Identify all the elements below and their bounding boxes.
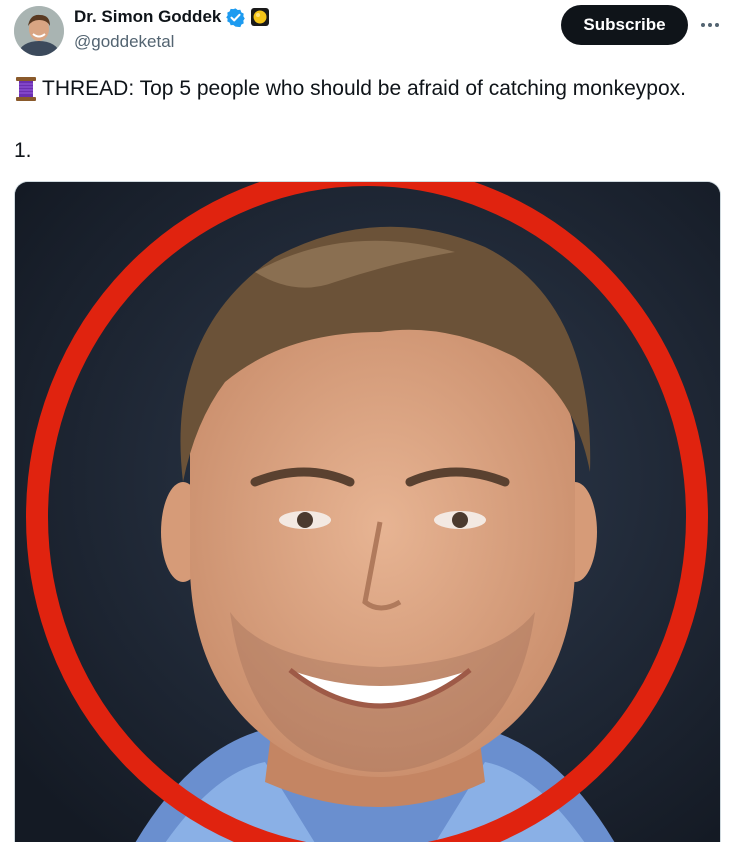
author-avatar[interactable] [14, 6, 64, 56]
author-name-row: Dr. Simon Goddek [74, 6, 270, 28]
tweet-header: Dr. Simon Goddek @goddeketal Subscribe [0, 0, 733, 66]
author-display-name[interactable]: Dr. Simon Goddek [74, 7, 221, 27]
more-icon[interactable] [697, 12, 723, 38]
affiliation-badge-icon[interactable] [250, 7, 270, 27]
avatar-photo [14, 6, 64, 56]
author-handle[interactable]: @goddeketal [74, 32, 174, 52]
tweet-text-number: 1. [14, 139, 32, 162]
portrait-image [15, 182, 720, 842]
tweet-media-image[interactable] [14, 181, 721, 842]
thread-spool-icon [14, 76, 38, 102]
subscribe-button[interactable]: Subscribe [561, 5, 688, 45]
tweet-text-line: THREAD: Top 5 people who should be afrai… [14, 76, 686, 102]
verified-badge-icon[interactable] [225, 7, 246, 28]
tweet-text: THREAD: Top 5 people who should be afrai… [42, 77, 686, 100]
